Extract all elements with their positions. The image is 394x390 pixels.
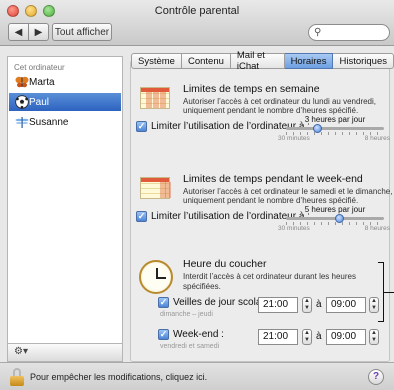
user-name: Susanne — [29, 116, 69, 128]
footer-bar: Pour empêcher les modifications, cliquez… — [0, 362, 394, 390]
user-item-susanne[interactable]: Susanne — [9, 113, 121, 131]
bedtime-description: Interdit l’accès à cet ordinateur durant… — [183, 272, 356, 291]
weekday-calendar-icon — [140, 87, 170, 109]
show-all-button[interactable]: Tout afficher — [52, 23, 112, 41]
lock-message: Pour empêcher les modifications, cliquez… — [30, 372, 208, 382]
tab-horaires[interactable]: Horaires — [284, 53, 334, 69]
school-start-time-stepper[interactable]: ▲ ▼ — [302, 297, 312, 313]
checkmark-icon: ✓ — [158, 297, 169, 308]
slider-max-label: 8 heures — [364, 135, 390, 142]
user-item-paul[interactable]: Paul — [9, 93, 121, 111]
weekend-calendar-icon — [140, 177, 171, 199]
weekend-nights-days: vendredi et samedi — [160, 343, 220, 350]
tab-mail-ichat[interactable]: Mail et iChat — [230, 50, 285, 72]
search-input[interactable]: ⚲ — [308, 24, 390, 41]
to-label: à — [316, 299, 322, 310]
slider-track — [286, 127, 384, 130]
back-button[interactable]: ◀ — [8, 23, 29, 41]
window-title: Contrôle parental — [154, 5, 240, 17]
forward-button[interactable]: ▶ — [28, 23, 49, 41]
checkmark-icon: ✓ — [136, 121, 147, 132]
lock-icon[interactable] — [10, 368, 24, 386]
clock-icon — [139, 260, 173, 294]
weekend-nights-checkbox[interactable]: ✓ Week-end : — [158, 329, 224, 340]
title-bar: Contrôle parental ◀ ▶ Tout afficher ⚲ — [0, 0, 394, 46]
slider-min-label: 30 minutes — [278, 135, 310, 142]
user-item-marta[interactable]: Marta — [9, 73, 121, 91]
tab-historiques[interactable]: Historiques — [333, 53, 394, 69]
checkmark-icon: ✓ — [136, 211, 147, 222]
checkmark-icon: ✓ — [158, 329, 169, 340]
bedtime-title: Heure du coucher — [183, 258, 267, 270]
preferences-window: Contrôle parental ◀ ▶ Tout afficher ⚲ Ce… — [0, 0, 394, 390]
weekend-hours-slider[interactable]: 5 heures par jour 30 minutes 8 heures — [278, 205, 390, 232]
to-label: à — [316, 331, 322, 342]
weekend-end-time-stepper[interactable]: ▲ ▼ — [369, 329, 379, 345]
weekend-limit-checkbox[interactable]: ✓ Limiter l’utilisation de l’ordinateur … — [136, 211, 310, 222]
search-icon: ⚲ — [314, 27, 322, 38]
annotation-line — [384, 292, 394, 293]
user-name: Paul — [29, 96, 50, 108]
tab-systeme[interactable]: Système — [131, 53, 182, 69]
dragonfly-icon — [15, 117, 29, 128]
weekend-nights-label: Week-end : — [173, 329, 224, 340]
weekend-end-time-field[interactable]: 09:00 — [326, 329, 366, 345]
school-start-time-field[interactable]: 21:00 — [258, 297, 298, 313]
school-end-time-field[interactable]: 09:00 — [326, 297, 366, 313]
weekday-limit-checkbox[interactable]: ✓ Limiter l’utilisation de l’ordinateur … — [136, 121, 310, 132]
soccer-ball-icon — [15, 95, 29, 109]
slider-min-label: 30 minutes — [278, 225, 310, 232]
gear-menu-button[interactable]: ⚙▾ — [14, 346, 28, 357]
butterfly-icon — [15, 76, 29, 88]
weekend-start-time-field[interactable]: 21:00 — [258, 329, 298, 345]
tab-bar: Système Contenu Mail et iChat Horaires H… — [131, 50, 394, 72]
weekday-limits-title: Limites de temps en semaine — [183, 83, 320, 95]
weekend-start-time-stepper[interactable]: ▲ ▼ — [302, 329, 312, 345]
school-nights-days: dimanche – jeudi — [160, 311, 213, 318]
weekday-hours-slider[interactable]: 3 heures par jour 30 minutes 8 heures — [278, 115, 390, 142]
tab-contenu[interactable]: Contenu — [181, 53, 231, 69]
user-list-heading: Cet ordinateur — [14, 63, 65, 72]
user-list: Cet ordinateur Marta Paul Susanne — [7, 56, 123, 344]
help-button[interactable]: ? — [368, 369, 384, 385]
weekday-slider-value: 3 heures par jour — [304, 115, 366, 124]
weekend-limits-title: Limites de temps pendant le week-end — [183, 173, 363, 185]
slider-max-label: 8 heures — [364, 225, 390, 232]
weekend-slider-value: 5 heures par jour — [304, 205, 366, 214]
user-list-toolbar: ⚙▾ — [7, 344, 123, 362]
user-name: Marta — [29, 76, 55, 88]
